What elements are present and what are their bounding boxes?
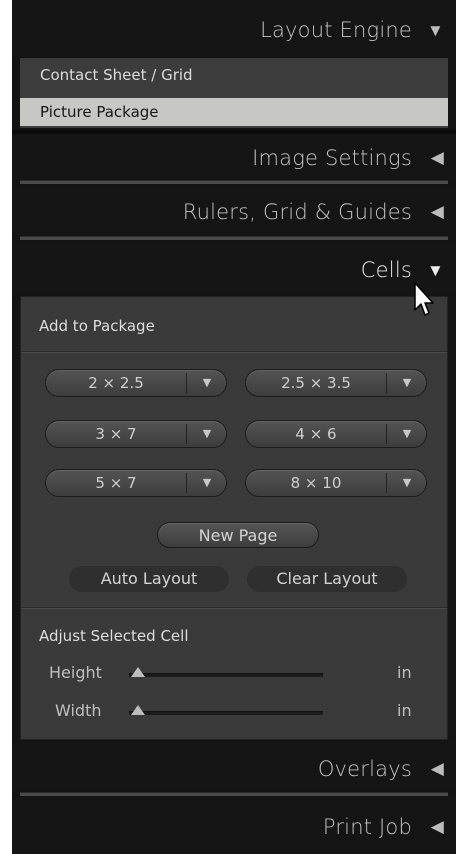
- height-label: Height: [49, 663, 102, 682]
- size-button-2x2.5[interactable]: 2 × 2.5 ▼: [45, 369, 227, 397]
- divider: [21, 607, 447, 609]
- auto-layout-button[interactable]: Auto Layout: [69, 566, 229, 592]
- divider: [20, 792, 448, 796]
- dropdown-arrow-icon[interactable]: ▼: [187, 470, 227, 496]
- width-slider[interactable]: [129, 711, 323, 715]
- size-button-5x7[interactable]: 5 × 7 ▼: [45, 469, 227, 497]
- layout-option-contact-sheet[interactable]: Contact Sheet / Grid: [20, 61, 448, 89]
- rulers-grid-guides-title: Rulers, Grid & Guides: [182, 200, 412, 224]
- adjust-selected-cell-title: Adjust Selected Cell: [39, 627, 189, 645]
- overlays-header[interactable]: Overlays ◀: [12, 742, 456, 788]
- size-label: 2 × 2.5: [88, 374, 144, 392]
- add-to-package-title: Add to Package: [39, 317, 155, 335]
- height-unit: in: [397, 663, 412, 682]
- divider: [20, 236, 448, 240]
- layout-engine-header[interactable]: Layout Engine ▼: [12, 0, 456, 56]
- width-label: Width: [55, 701, 102, 720]
- size-label: 4 × 6: [295, 425, 337, 443]
- expanded-triangle-icon: ▼: [426, 21, 444, 41]
- collapsed-triangle-icon: ◀: [430, 202, 444, 222]
- divider: [20, 180, 448, 184]
- size-label: 8 × 10: [290, 474, 342, 492]
- dropdown-arrow-icon[interactable]: ▼: [387, 421, 427, 447]
- collapsed-triangle-icon: ◀: [430, 148, 444, 168]
- size-button-8x10[interactable]: 8 × 10 ▼: [245, 469, 427, 497]
- size-button-2.5x3.5[interactable]: 2.5 × 3.5 ▼: [245, 369, 427, 397]
- width-slider-thumb[interactable]: [131, 705, 145, 715]
- height-slider[interactable]: [129, 673, 323, 677]
- new-page-button[interactable]: New Page: [157, 522, 319, 548]
- size-label: 3 × 7: [95, 425, 137, 443]
- overlays-title: Overlays: [317, 757, 412, 781]
- size-button-3x7[interactable]: 3 × 7 ▼: [45, 420, 227, 448]
- dropdown-arrow-icon[interactable]: ▼: [387, 370, 427, 396]
- collapsed-triangle-icon: ◀: [430, 817, 444, 837]
- image-settings-header[interactable]: Image Settings ◀: [12, 134, 456, 180]
- size-label: 5 × 7: [95, 474, 137, 492]
- dropdown-arrow-icon[interactable]: ▼: [187, 370, 227, 396]
- layout-engine-list: Contact Sheet / Grid Picture Package: [20, 58, 448, 128]
- width-unit: in: [397, 701, 412, 720]
- cells-section: Add to Package 2 × 2.5 ▼ 2.5 × 3.5 ▼ 3 ×…: [20, 296, 448, 740]
- rulers-grid-guides-header[interactable]: Rulers, Grid & Guides ◀: [12, 186, 456, 232]
- collapsed-triangle-icon: ◀: [430, 759, 444, 779]
- pointer-arrow-icon: [414, 282, 434, 316]
- cells-title: Cells: [360, 258, 412, 282]
- cells-header[interactable]: Cells ▼: [12, 242, 456, 294]
- print-job-header[interactable]: Print Job ◀: [12, 798, 456, 854]
- layout-engine-title: Layout Engine: [260, 18, 412, 42]
- expanded-triangle-icon: ▼: [426, 261, 444, 281]
- size-button-4x6[interactable]: 4 × 6 ▼: [245, 420, 427, 448]
- layout-option-picture-package[interactable]: Picture Package: [20, 98, 448, 126]
- clear-layout-button[interactable]: Clear Layout: [247, 566, 407, 592]
- print-job-title: Print Job: [322, 815, 412, 839]
- size-label: 2.5 × 3.5: [281, 374, 351, 392]
- height-slider-thumb[interactable]: [131, 667, 145, 677]
- dropdown-arrow-icon[interactable]: ▼: [187, 421, 227, 447]
- divider: [21, 351, 447, 353]
- dropdown-arrow-icon[interactable]: ▼: [387, 470, 427, 496]
- image-settings-title: Image Settings: [252, 146, 412, 170]
- print-module-right-panel: Layout Engine ▼ Contact Sheet / Grid Pic…: [12, 0, 456, 854]
